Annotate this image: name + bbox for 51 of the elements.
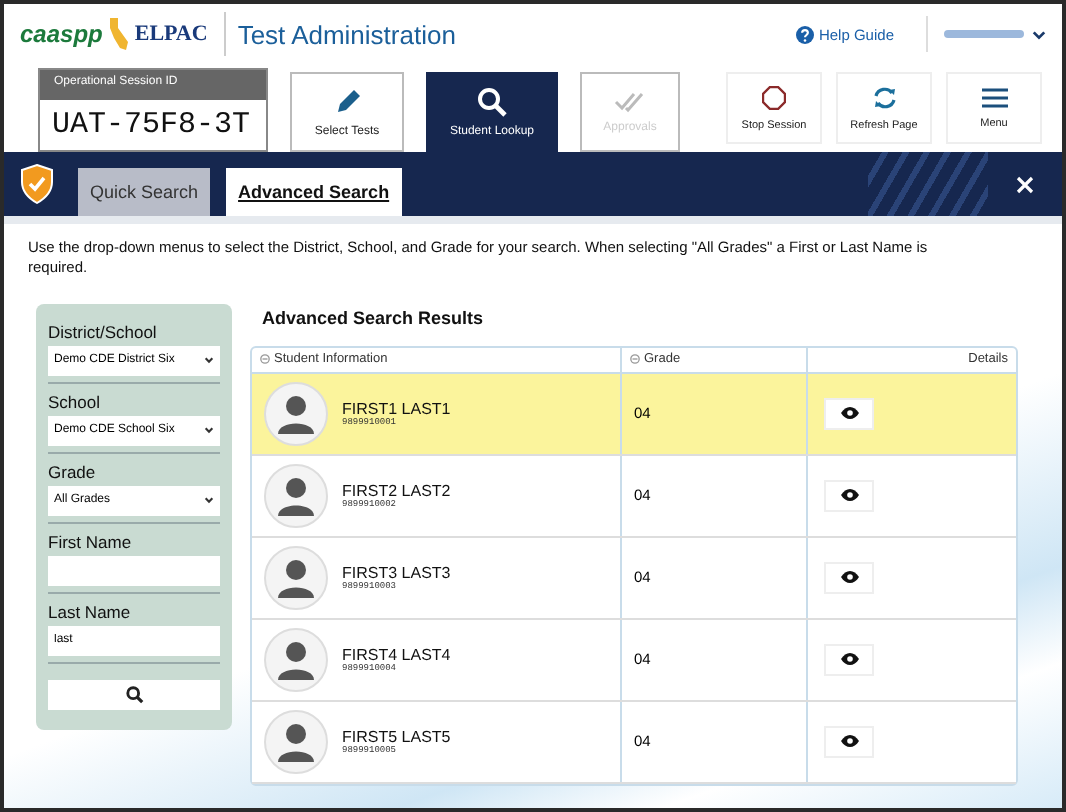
eye-icon bbox=[839, 652, 859, 666]
eye-icon bbox=[839, 488, 859, 502]
student-name: FIRST3 LAST3 bbox=[342, 563, 451, 581]
caaspp-logo: caaspp bbox=[20, 20, 103, 48]
refresh-icon bbox=[871, 85, 897, 109]
student-name: FIRST4 LAST4 bbox=[342, 645, 451, 663]
details-button[interactable] bbox=[824, 725, 874, 757]
details-button[interactable] bbox=[824, 643, 874, 675]
avatar-icon bbox=[264, 463, 328, 527]
chevron-down-icon bbox=[204, 426, 214, 434]
filter-label: School bbox=[48, 391, 102, 411]
state-map-icon bbox=[108, 18, 129, 50]
shield-check-icon bbox=[20, 164, 54, 204]
filter-label: First Name bbox=[48, 531, 134, 551]
chevron-down-icon bbox=[204, 356, 214, 364]
student-name: FIRST1 LAST1 bbox=[342, 399, 451, 417]
filter-label: Grade bbox=[48, 461, 98, 481]
help-icon bbox=[796, 25, 815, 43]
elpac-logo: ELPAC bbox=[134, 22, 208, 46]
chevron-down-icon bbox=[1032, 29, 1046, 39]
chevron-down-icon bbox=[204, 496, 214, 504]
search-tab[interactable]: Quick Search bbox=[78, 168, 211, 216]
sort-icon[interactable] bbox=[260, 354, 270, 364]
filter-label: District/School bbox=[48, 321, 159, 341]
search-tab[interactable]: Advanced Search bbox=[226, 168, 402, 216]
input-field[interactable] bbox=[48, 555, 220, 585]
student-name: FIRST2 LAST2 bbox=[342, 481, 451, 499]
details-button[interactable] bbox=[824, 479, 874, 511]
stripe-decoration bbox=[868, 152, 988, 216]
double-check-icon bbox=[614, 90, 646, 114]
search-icon bbox=[476, 86, 508, 118]
eye-icon bbox=[839, 406, 859, 420]
close-icon bbox=[1016, 175, 1034, 193]
sort-icon[interactable] bbox=[630, 354, 640, 364]
details-button[interactable] bbox=[824, 397, 874, 429]
menu-icon bbox=[981, 87, 1007, 107]
avatar-icon bbox=[264, 381, 328, 445]
search-button[interactable] bbox=[48, 679, 220, 709]
student-name: FIRST5 LAST5 bbox=[342, 727, 451, 745]
app-title: Test Administration bbox=[237, 19, 456, 49]
avatar-icon bbox=[264, 627, 328, 691]
avatar-icon bbox=[264, 709, 328, 773]
details-button[interactable] bbox=[824, 561, 874, 593]
eye-icon bbox=[839, 734, 859, 748]
stop-sign-icon bbox=[762, 85, 786, 109]
eye-icon bbox=[839, 570, 859, 584]
search-icon bbox=[125, 685, 143, 703]
filter-label: Last Name bbox=[48, 601, 133, 621]
session-id: UAT-75F8-3T bbox=[50, 106, 253, 146]
avatar-icon bbox=[264, 545, 328, 609]
results-title: Advanced Search Results bbox=[262, 307, 486, 327]
